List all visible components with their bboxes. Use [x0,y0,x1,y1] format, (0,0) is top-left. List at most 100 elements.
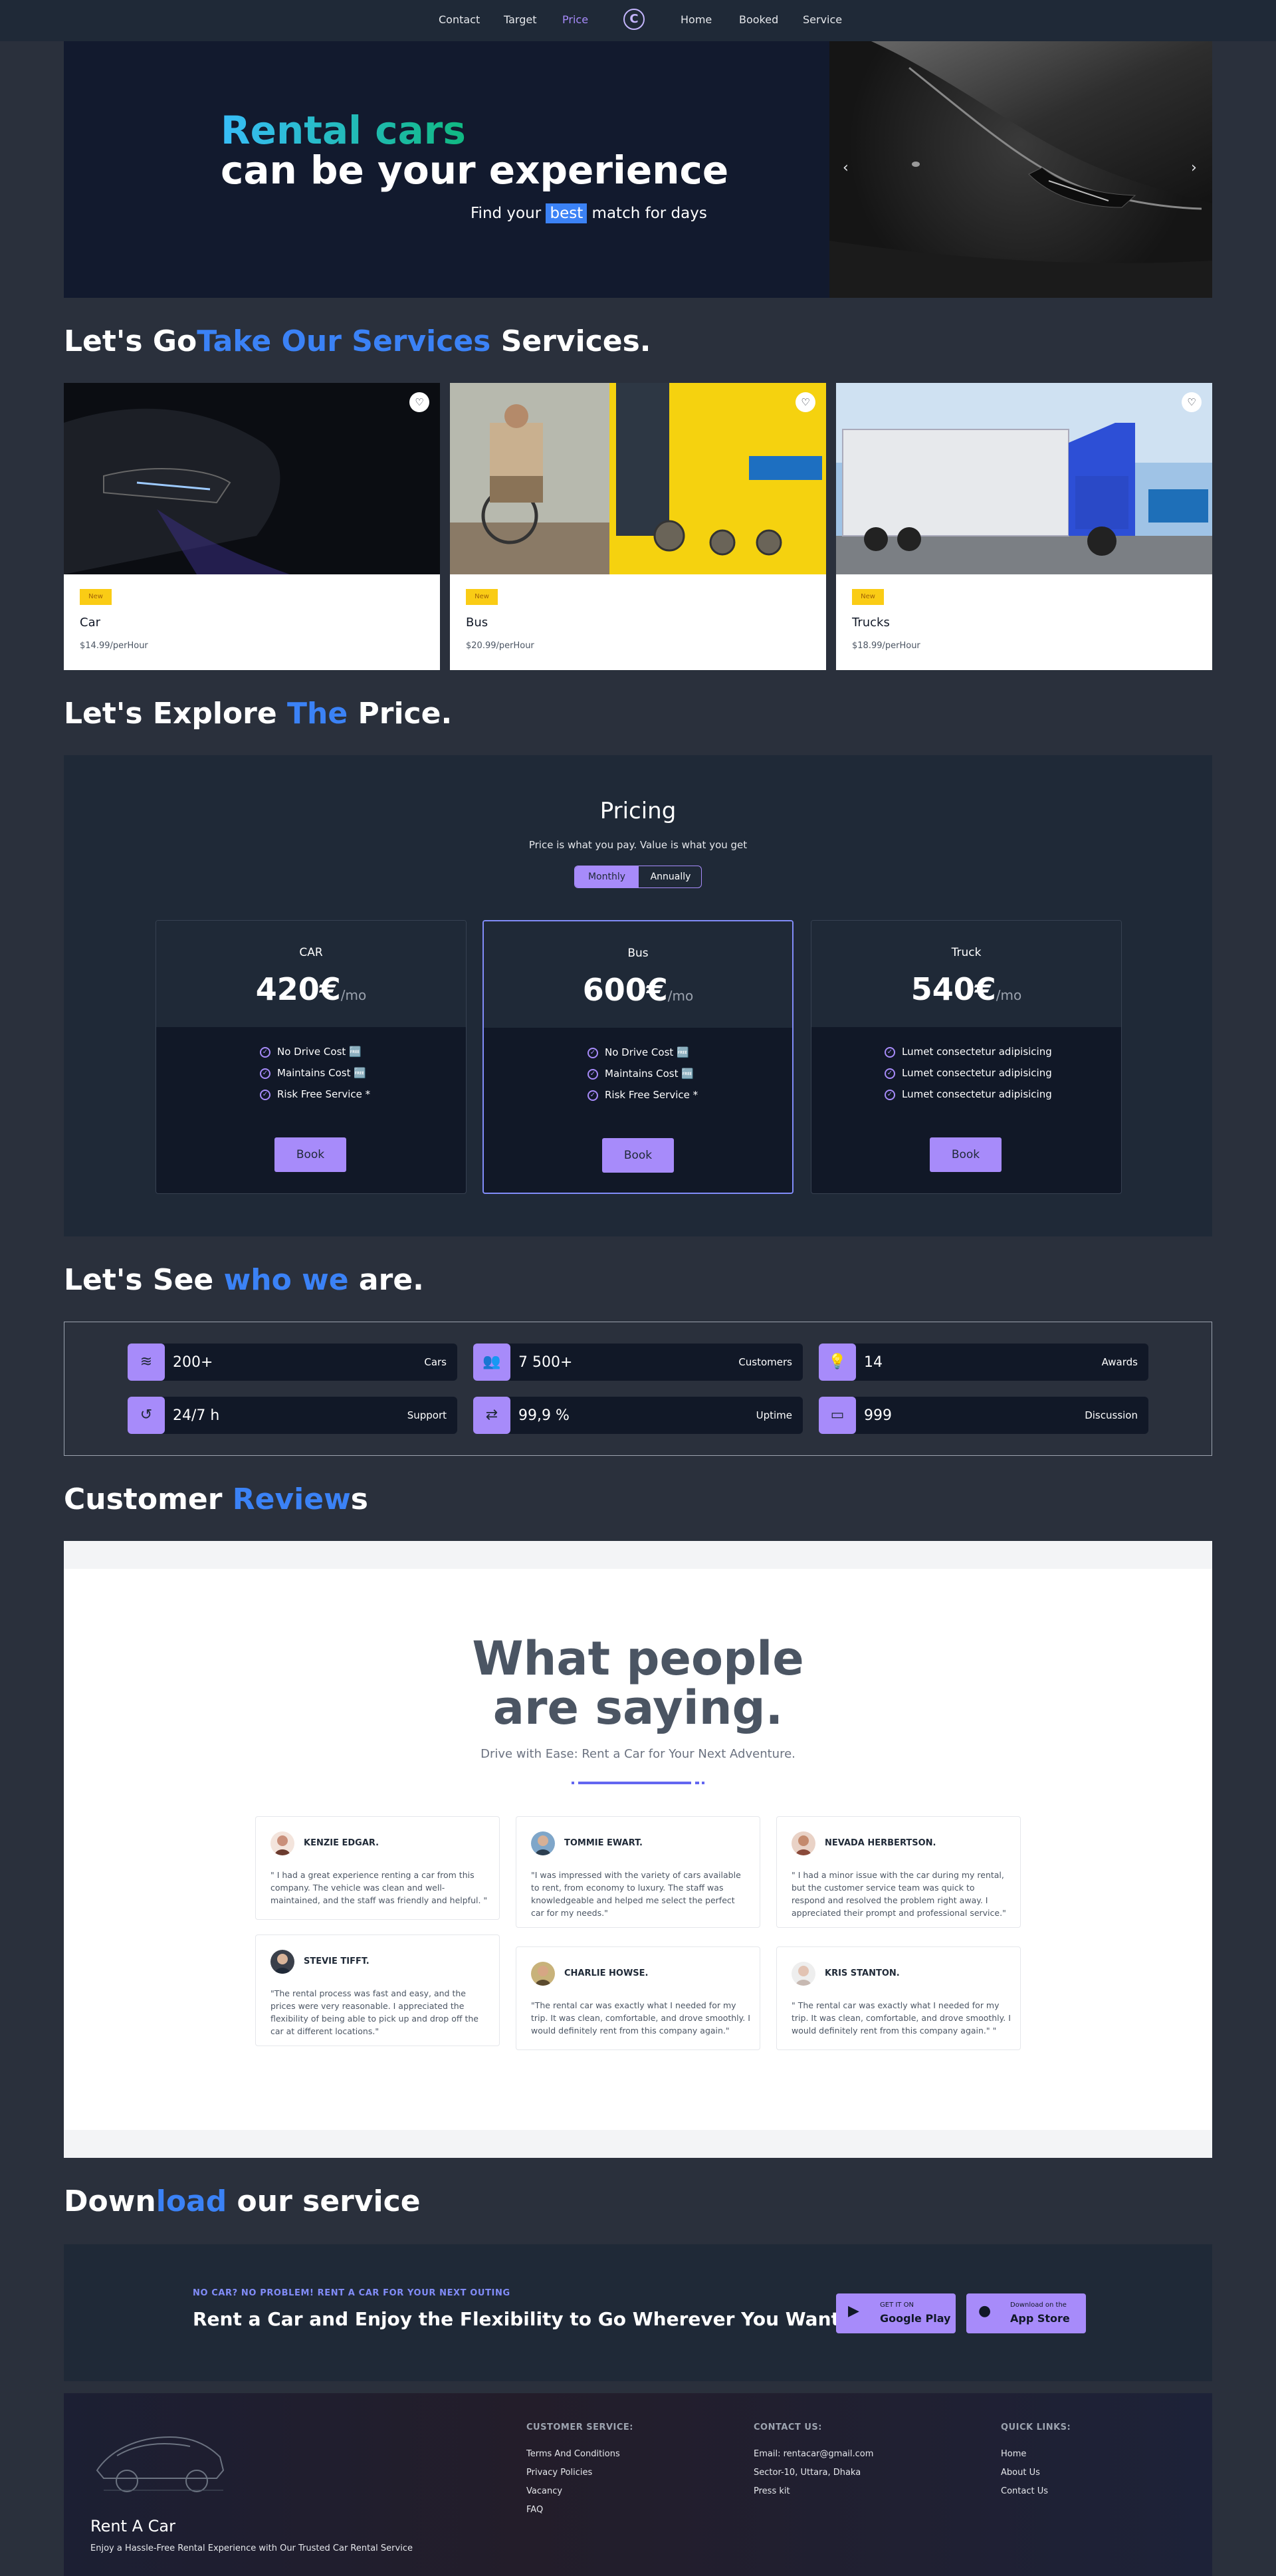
plan-feature: ✓ Maintains Cost 🆓 [587,1068,694,1080]
stat-label: Awards [1101,1356,1138,1368]
book-button[interactable]: Book [274,1137,346,1172]
pricing-heading: Pricing [599,798,677,824]
stat-label: Cars [424,1356,447,1368]
service-card-car[interactable]: ♡ New Car $14.99/perHour [64,383,440,670]
lightbulb-icon: 💡 [819,1344,856,1381]
hero-banner: Rental cars can be your experience Find … [64,41,1212,298]
plan-card-truck: Truck 540€/mo ✓ Lumet consectetur adipisi… [811,920,1122,1194]
pricing-subtitle: Price is what you pay. Value is what you… [528,839,748,851]
plan-card-bus: Bus 600€/mo ✓ No Drive Cost 🆓 ✓ Maintains … [482,920,794,1194]
review-card: KRIS STANTON. " The rental car was exact… [776,1946,1021,2050]
stat-label: Discussion [1085,1409,1138,1421]
service-price: $14.99/perHour [80,641,148,651]
download-kicker: NO CAR? NO PROBLEM! RENT A CAR FOR YOUR … [193,2288,510,2298]
nav-target[interactable]: Target [504,13,537,26]
footer-link-home[interactable]: Home [1001,2449,1026,2459]
hero-prev-arrow[interactable]: ‹ [843,160,849,176]
plan-card-car: CAR 420€/mo ✓ No Drive Cost 🆓 ✓ Maintains … [156,920,467,1194]
stat-uptime: ⇄ 99,9 % Uptime [473,1397,803,1434]
footer-link-about[interactable]: About Us [1001,2468,1040,2478]
car-image: ♡ [64,383,440,574]
reviewer-name: CHARLIE HOWSE. [564,1968,649,1978]
new-badge: New [852,589,884,605]
apple-icon: ● [978,2303,992,2319]
plan-feature: ✓ No Drive Cost 🆓 [260,1046,362,1058]
review-text: "The rental process was fast and easy, a… [270,1988,478,2036]
reviews-panel: What people are saying. Drive with Ease:… [64,1541,1212,2158]
contact-heading: CONTACT US: [754,2422,822,2432]
layers-icon: ≋ [128,1344,165,1381]
stat-label: Customers [738,1356,792,1368]
footer-brand: Rent A Car [90,2517,175,2535]
plan-feature: ✓ Risk Free Service * [587,1089,698,1101]
plan-price: 540€/mo [910,971,1022,1007]
plan-price: 420€/mo [255,971,367,1007]
plan-name: Bus [627,947,649,960]
who-section-title: Let's See who we are. [64,1263,424,1297]
monthly-toggle[interactable]: Monthly [575,866,639,887]
footer-link-privacy[interactable]: Privacy Policies [526,2468,592,2478]
service-price: $18.99/perHour [852,641,920,651]
footer-link-terms[interactable]: Terms And Conditions [526,2449,620,2459]
service-card-trucks[interactable]: ♡ New Trucks $18.99/perHour [836,383,1212,670]
plan-feature: ✓ No Drive Cost 🆓 [587,1046,689,1058]
review-card: KENZIE EDGAR. " I had a great experience… [255,1816,500,1920]
plan-feature: ✓ Lumet consectetur adipisicing [885,1046,1052,1058]
google-play-button[interactable]: ▶ GET IT ON Google Play [836,2293,956,2333]
avatar [531,1831,555,1855]
reviews-heading: What people are saying. [472,1631,804,1735]
reviewer-name: KRIS STANTON. [825,1968,900,1978]
hero-title-line2: can be your experience [221,148,729,193]
footer-link-vacancy[interactable]: Vacancy [526,2486,562,2496]
review-card: CHARLIE HOWSE. "The rental car was exact… [516,1946,760,2050]
book-button[interactable]: Book [602,1138,674,1173]
app-store-button[interactable]: ● Download on the App Store [966,2293,1086,2333]
footer-link-faq[interactable]: FAQ [526,2505,543,2515]
new-badge: New [80,589,112,605]
reviews-subtitle: Drive with Ease: Rent a Car for Your Nex… [480,1747,796,1761]
logo-icon[interactable]: C [623,9,645,30]
stat-label: Uptime [756,1409,792,1421]
reviewer-name: KENZIE EDGAR. [304,1838,379,1848]
billing-toggle: Monthly Annually [574,866,702,888]
reviewer-name: STEVIE TIFFT. [304,1956,370,1966]
review-text: " I had a minor issue with the car durin… [792,1870,1006,1918]
book-button[interactable]: Book [930,1137,1002,1172]
footer-email[interactable]: Email: rentacar@gmail.com [754,2449,873,2459]
check-icon: ✓ [260,1068,270,1079]
footer-link-contact[interactable]: Contact Us [1001,2486,1048,2496]
nav-price[interactable]: Price [562,13,588,26]
nav-booked[interactable]: Booked [739,13,778,26]
customer-service-heading: CUSTOMER SERVICE: [526,2422,634,2432]
review-card: TOMMIE EWART. "I was impressed with the … [516,1816,760,1928]
favorite-heart-icon[interactable]: ♡ [409,392,429,412]
check-icon: ✓ [885,1068,895,1079]
annually-toggle[interactable]: Annually [639,866,701,887]
download-section-title: Download our service [64,2184,421,2218]
check-icon: ✓ [260,1046,270,1058]
review-card: NEVADA HERBERTSON. " I had a minor issue… [776,1816,1021,1928]
hero-next-arrow[interactable]: › [1191,160,1197,176]
nav-home[interactable]: Home [681,13,712,26]
video-icon: ▭ [819,1397,856,1434]
footer-press-kit[interactable]: Press kit [754,2486,790,2496]
check-icon: ✓ [885,1046,895,1058]
car-outline-logo [96,2436,225,2492]
check-icon: ✓ [587,1047,598,1058]
bus-image: ♡ [450,383,826,574]
review-text: " The rental car was exactly what I need… [792,2000,1011,2036]
history-icon: ↺ [128,1397,165,1434]
plan-feature: ✓ Maintains Cost 🆓 [260,1067,366,1079]
favorite-heart-icon[interactable]: ♡ [1182,392,1202,412]
nav-contact[interactable]: Contact [439,13,480,26]
services-section-title: Let's GoTake Our Services Services. [64,324,651,358]
service-card-bus[interactable]: ♡ New Bus $20.99/perHour [450,383,826,670]
users-icon: 👥 [473,1344,510,1381]
footer-tagline: Enjoy a Hassle-Free Rental Experience wi… [90,2543,413,2553]
nav-service[interactable]: Service [803,13,842,26]
new-badge: New [466,589,498,605]
stat-value: 999 [864,1407,892,1424]
favorite-heart-icon[interactable]: ♡ [796,392,815,412]
stat-value: 24/7 h [173,1407,220,1424]
download-title: Rent a Car and Enjoy the Flexibility to … [193,2308,840,2330]
